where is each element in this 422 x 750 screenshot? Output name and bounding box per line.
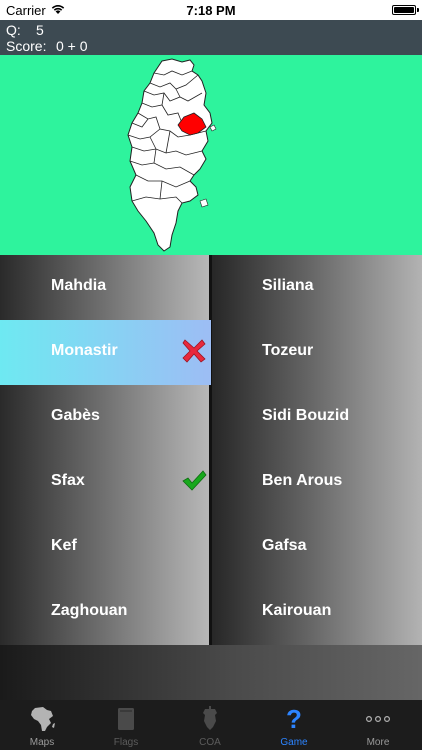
- answer-label: Kef: [51, 537, 77, 554]
- score-value: 0 + 0: [56, 38, 88, 54]
- answer-label: Tozeur: [262, 342, 314, 359]
- score-label: Score:: [6, 38, 47, 54]
- answer-option[interactable]: Ben Arous: [211, 450, 422, 515]
- score-row: Score: 0 + 0: [6, 38, 88, 54]
- correct-check-icon: [182, 470, 207, 491]
- question-label: Q:: [6, 22, 21, 38]
- answer-option[interactable]: Gabès: [0, 385, 211, 450]
- more-dots-icon: [365, 716, 391, 723]
- status-time: 7:18 PM: [186, 3, 236, 18]
- tab-maps[interactable]: Maps: [0, 700, 84, 750]
- question-number: 5: [36, 22, 44, 38]
- tab-game[interactable]: ? Game: [252, 700, 336, 750]
- bottom-strip: [0, 645, 422, 700]
- map-area: [0, 55, 422, 255]
- tab-coa[interactable]: COA: [168, 700, 252, 750]
- tab-label: Maps: [29, 737, 55, 748]
- answer-label: Sidi Bouzid: [262, 407, 350, 424]
- africa-map-icon: [31, 707, 55, 731]
- answer-option[interactable]: Kef: [0, 515, 211, 580]
- answer-label: Mahdia: [51, 277, 107, 294]
- answer-label: Gabès: [51, 407, 100, 424]
- island: [209, 124, 217, 132]
- answer-column-left: Mahdia Monastir Gabès Sfax Kef Zaghouan: [0, 255, 211, 645]
- answer-option-correct[interactable]: Sfax: [0, 450, 211, 515]
- tab-bar: Maps Flags COA ? Game More: [0, 700, 422, 750]
- question-row: Q: 5: [6, 22, 44, 38]
- battery-icon: [392, 5, 419, 15]
- answer-label: Siliana: [262, 277, 314, 294]
- answer-option[interactable]: Kairouan: [211, 580, 422, 645]
- answer-label: Gafsa: [262, 537, 307, 554]
- answer-label: Zaghouan: [51, 602, 128, 619]
- answer-option[interactable]: Zaghouan: [0, 580, 211, 645]
- answer-option[interactable]: Mahdia: [0, 255, 211, 320]
- tab-label: More: [366, 737, 390, 748]
- answer-option[interactable]: Tozeur: [211, 320, 422, 385]
- answer-column-right: Siliana Tozeur Sidi Bouzid Ben Arous Gaf…: [211, 255, 422, 645]
- answer-option[interactable]: Siliana: [211, 255, 422, 320]
- tab-label: Game: [280, 737, 308, 748]
- answer-option[interactable]: Sidi Bouzid: [211, 385, 422, 450]
- answer-option-wrong[interactable]: Monastir: [0, 320, 211, 385]
- book-icon: [118, 708, 134, 730]
- answer-grid: Mahdia Monastir Gabès Sfax Kef Zaghouan …: [0, 255, 422, 700]
- tab-label: COA: [199, 737, 221, 748]
- answer-label: Monastir: [51, 342, 118, 359]
- quiz-info-bar: Q: 5 Score: 0 + 0: [0, 20, 422, 55]
- answer-label: Sfax: [51, 472, 85, 489]
- tab-label: Flags: [113, 737, 139, 748]
- wrong-x-icon: [182, 339, 206, 363]
- country-outline: [127, 58, 213, 252]
- island-djerba: [199, 198, 209, 208]
- status-bar: Carrier 7:18 PM: [0, 0, 422, 20]
- tab-flags[interactable]: Flags: [84, 700, 168, 750]
- answer-option[interactable]: Gafsa: [211, 515, 422, 580]
- tab-more[interactable]: More: [336, 700, 420, 750]
- coat-of-arms-icon: [203, 706, 217, 730]
- tunisia-map: [127, 58, 217, 252]
- question-mark-icon: ?: [286, 704, 302, 734]
- answer-label: Kairouan: [262, 602, 332, 619]
- answer-label: Ben Arous: [262, 472, 343, 489]
